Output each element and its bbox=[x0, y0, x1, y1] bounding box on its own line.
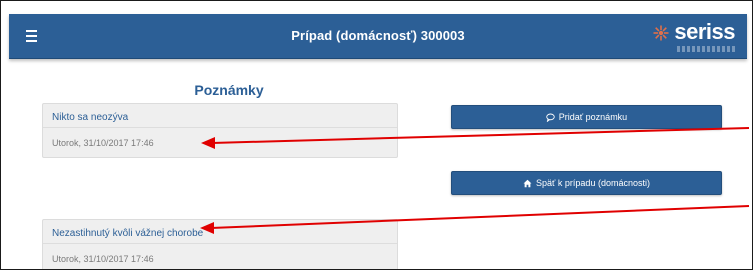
home-icon bbox=[523, 179, 532, 187]
note-date: Utorok, 31/10/2017 17:46 bbox=[52, 254, 154, 264]
notes-section-title: Poznámky bbox=[194, 82, 264, 98]
add-note-label: Pridať poznámku bbox=[558, 112, 628, 122]
add-note-button[interactable]: Pridať poznámku bbox=[451, 105, 722, 129]
page-title: Prípad (domácnosť) 300003 bbox=[291, 28, 465, 43]
seriss-logo[interactable]: seriss bbox=[653, 19, 735, 53]
note-date: Utorok, 31/10/2017 17:46 bbox=[52, 138, 154, 148]
note-text: Nikto sa neozýva bbox=[52, 112, 129, 123]
app-frame: Prípad (domácnosť) 300003 seriss Poznámk… bbox=[0, 0, 753, 270]
note-divider bbox=[43, 243, 397, 244]
note-text: Nezastihnutý kvôli vážnej chorobe bbox=[52, 228, 204, 239]
back-to-case-label: Späť k prípadu (domácnosti) bbox=[536, 178, 650, 188]
back-to-case-button[interactable]: Späť k prípadu (domácnosti) bbox=[451, 171, 722, 195]
note-card: Nikto sa neozýva Utorok, 31/10/2017 17:4… bbox=[42, 103, 398, 158]
note-divider bbox=[43, 127, 397, 128]
note-card: Nezastihnutý kvôli vážnej chorobe Utorok… bbox=[42, 219, 398, 269]
seriss-star-icon bbox=[653, 25, 669, 41]
top-navbar: Prípad (domácnosť) 300003 seriss bbox=[9, 14, 747, 59]
comment-icon bbox=[546, 113, 555, 122]
logo-tagline-decoration bbox=[677, 46, 735, 52]
logo-text: seriss bbox=[674, 19, 735, 44]
